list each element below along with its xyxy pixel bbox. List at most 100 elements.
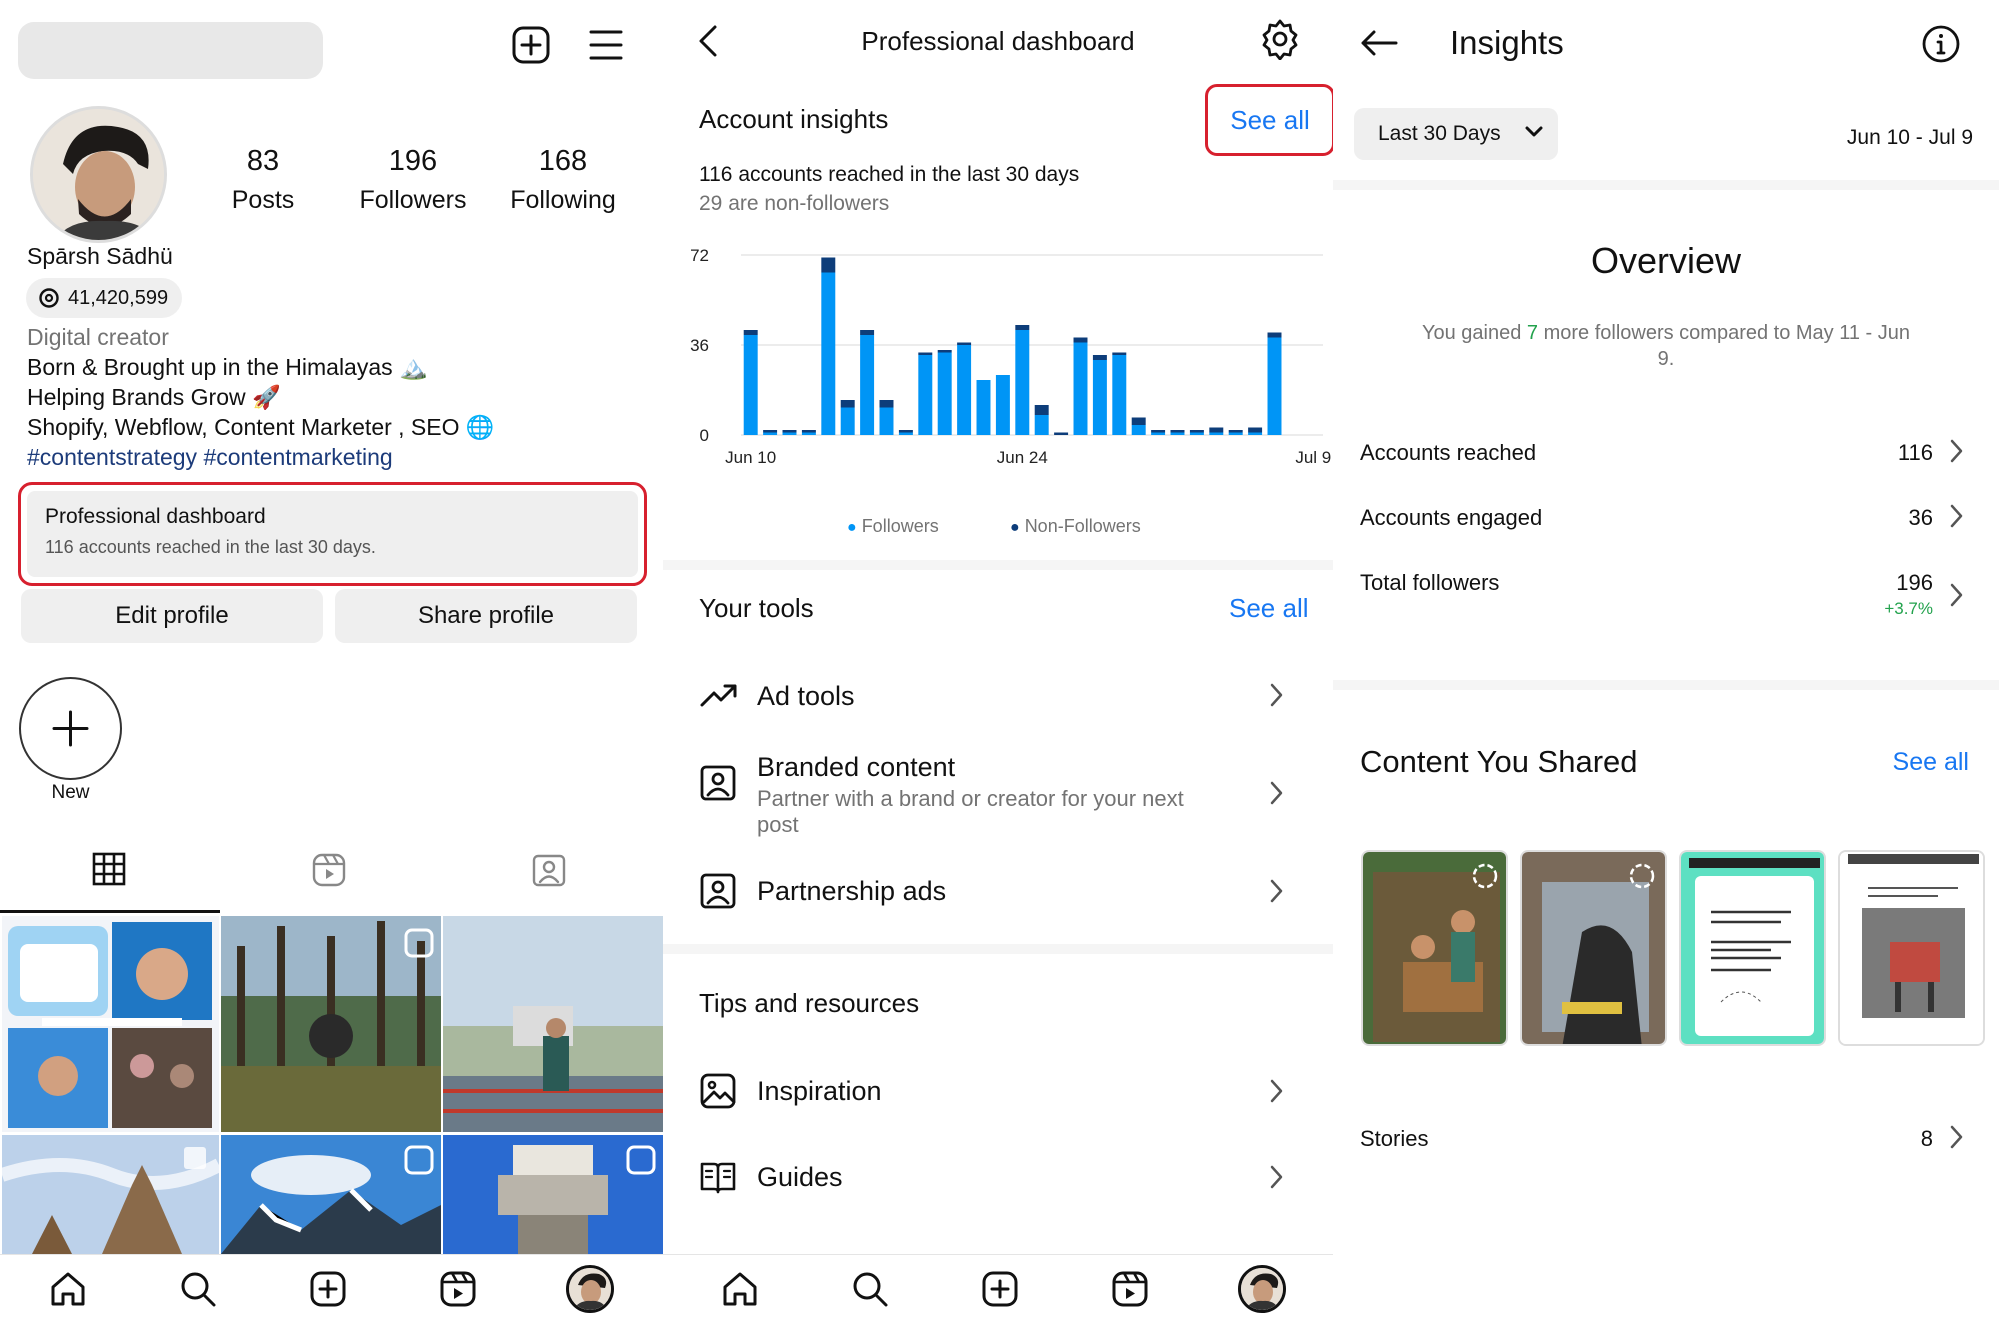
guides-label: Guides xyxy=(757,1162,843,1192)
bottom-nav xyxy=(0,1254,663,1340)
story-thumbnail-4[interactable] xyxy=(1838,850,1985,1046)
ad-tools-row[interactable]: Ad tools xyxy=(663,670,1333,726)
chevron-right-icon xyxy=(1949,503,1963,529)
stories-row[interactable]: Stories 8 xyxy=(1333,1122,1999,1166)
bar-followers xyxy=(1209,432,1224,435)
bar-non-followers xyxy=(1034,405,1049,415)
grid-photo-6[interactable] xyxy=(443,1135,663,1254)
edit-profile-button[interactable]: Edit profile xyxy=(21,589,323,643)
date-range-dropdown[interactable]: Last 30 Days xyxy=(1354,108,1558,160)
story-thumbnail-2[interactable] xyxy=(1520,850,1667,1046)
username-placeholder[interactable] xyxy=(18,22,323,79)
guides-row[interactable]: Guides xyxy=(663,1150,1333,1206)
bar-followers xyxy=(995,375,1010,435)
chevron-right-icon xyxy=(1949,438,1963,464)
bar-non-followers xyxy=(1015,325,1030,330)
create-post-icon[interactable] xyxy=(308,1269,348,1309)
posts-label: Posts xyxy=(231,186,295,214)
branded-content-row[interactable]: Branded content Partner with a brand or … xyxy=(663,740,1333,840)
partnership-ads-row[interactable]: Partnership ads xyxy=(663,862,1333,922)
chevron-right-icon xyxy=(1269,1078,1283,1104)
following-stat[interactable]: 168 Following xyxy=(503,145,623,215)
home-icon[interactable] xyxy=(720,1269,760,1309)
search-icon[interactable] xyxy=(178,1269,218,1309)
bio-hashtags[interactable]: #contentstrategy #contentmarketing xyxy=(27,444,393,471)
bar-non-followers xyxy=(860,330,875,335)
followers-legend-dot: ● xyxy=(847,519,857,536)
avatar[interactable] xyxy=(30,106,167,243)
grid-photo-5[interactable] xyxy=(221,1135,441,1254)
section-divider xyxy=(663,944,1333,954)
profile-avatar-icon[interactable] xyxy=(566,1265,614,1313)
total-followers-row[interactable]: Total followers 196 +3.7% xyxy=(1333,566,1999,626)
bar-followers xyxy=(1267,337,1282,435)
insights-see-all-link[interactable]: See all xyxy=(1208,87,1332,153)
grid-photo-4[interactable] xyxy=(2,1135,219,1254)
inspiration-row[interactable]: Inspiration xyxy=(663,1064,1333,1120)
profile-avatar-icon[interactable] xyxy=(1238,1265,1286,1313)
gained-prefix: You gained xyxy=(1421,322,1527,344)
story-thumbnail-1[interactable] xyxy=(1361,850,1508,1046)
bio-line-2: Helping Brands Grow 🚀 xyxy=(27,384,281,410)
bar-followers xyxy=(1034,415,1049,435)
reels-icon[interactable] xyxy=(1110,1269,1150,1309)
create-icon[interactable] xyxy=(510,24,552,66)
account-insights-title: Account insights xyxy=(699,104,889,134)
bar-non-followers xyxy=(1112,352,1127,355)
non-followers-summary: 29 are non-followers xyxy=(699,192,890,215)
reach-summary: 116 accounts reached in the last 30 days xyxy=(699,163,1080,186)
reels-tab-icon[interactable] xyxy=(311,852,347,888)
accounts-reached-row[interactable]: Accounts reached 116 xyxy=(1333,436,1999,480)
followers-stat[interactable]: 196 Followers xyxy=(353,145,473,215)
book-icon xyxy=(699,1158,737,1196)
share-profile-button[interactable]: Share profile xyxy=(335,589,637,643)
bar-non-followers xyxy=(1054,432,1069,435)
date-range-text: Jun 10 - Jul 9 xyxy=(1846,126,1973,149)
posts-stat[interactable]: 83 Posts xyxy=(203,145,323,215)
section-divider xyxy=(1333,180,1999,190)
chevron-right-icon xyxy=(1269,878,1283,904)
menu-icon[interactable] xyxy=(588,28,624,62)
accounts-engaged-row[interactable]: Accounts engaged 36 xyxy=(1333,501,1999,545)
branded-content-label: Branded content xyxy=(757,752,956,782)
inspiration-label: Inspiration xyxy=(757,1076,882,1106)
back-arrow-icon[interactable] xyxy=(1359,28,1399,58)
image-icon xyxy=(699,1072,737,1110)
settings-gear-icon[interactable] xyxy=(1259,18,1301,60)
y-tick-label: 72 xyxy=(690,246,709,265)
followers-gained-text: You gained 7 more followers compared to … xyxy=(1363,320,1969,372)
bar-followers xyxy=(840,407,855,435)
grid-tab-icon[interactable] xyxy=(92,852,126,886)
search-icon[interactable] xyxy=(850,1269,890,1309)
bar-non-followers xyxy=(918,352,933,355)
bar-non-followers xyxy=(840,400,855,408)
professional-dashboard-card[interactable]: Professional dashboard 116 accounts reac… xyxy=(18,482,647,586)
tools-see-all-link[interactable]: See all xyxy=(1229,593,1309,624)
bar-followers xyxy=(1248,432,1263,435)
bar-followers xyxy=(782,432,797,435)
bar-non-followers xyxy=(898,430,913,433)
content-see-all-link[interactable]: See all xyxy=(1893,748,1969,777)
bar-followers xyxy=(1015,330,1030,435)
create-post-icon[interactable] xyxy=(980,1269,1020,1309)
bar-non-followers xyxy=(1131,417,1146,425)
home-icon[interactable] xyxy=(48,1269,88,1309)
story-thumbnail-3[interactable] xyxy=(1679,850,1826,1046)
grid-photo-3[interactable] xyxy=(443,916,663,1132)
threads-count: 41,420,599 xyxy=(68,287,169,309)
reels-icon[interactable] xyxy=(438,1269,478,1309)
bar-non-followers xyxy=(763,430,778,433)
y-tick-label: 36 xyxy=(690,336,709,355)
new-highlight-button[interactable] xyxy=(19,677,122,780)
bar-non-followers xyxy=(879,400,894,408)
threads-badge[interactable]: 41,420,599 xyxy=(26,278,182,318)
profile-name: Spārsh Sādhü xyxy=(27,243,173,269)
tagged-tab-icon[interactable] xyxy=(531,852,567,888)
grid-photo-2[interactable] xyxy=(221,916,441,1132)
grid-photo-1[interactable] xyxy=(2,916,219,1132)
non-followers-legend-label: Non-Followers xyxy=(1024,516,1141,536)
section-divider xyxy=(663,560,1333,570)
see-all-highlight[interactable]: See all xyxy=(1205,84,1333,156)
info-icon[interactable] xyxy=(1921,24,1961,64)
bar-non-followers xyxy=(1209,427,1224,433)
